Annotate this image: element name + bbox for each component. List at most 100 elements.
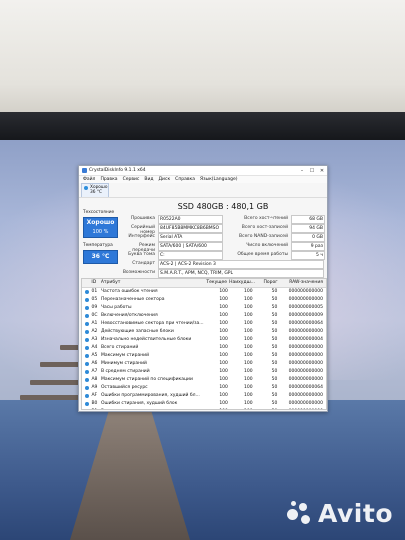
table-row[interactable]: 09 Часы работы 100 100 50 000000000005: [82, 304, 326, 312]
header-threshold[interactable]: Порог: [255, 279, 280, 287]
header-raw[interactable]: RAW-значения: [280, 279, 326, 287]
status-dot-icon: [84, 386, 89, 390]
header-current[interactable]: Текущее: [204, 279, 229, 287]
status-dot-icon: [84, 354, 89, 358]
header-attribute[interactable]: Атрибут: [101, 279, 205, 287]
cell-raw: 000000000064: [288, 321, 323, 326]
table-row[interactable]: B0 Ошибки стирания, худший блок 100 100 50 00…: [82, 400, 326, 408]
cell-current: 100: [219, 289, 228, 294]
cell-current: 100: [219, 305, 228, 310]
cell-threshold: 50: [271, 369, 278, 374]
cell-current: 100: [219, 393, 228, 398]
cell-worst: 100: [244, 377, 253, 382]
window-title: CrystalDiskInfo 9.1.1 x64: [89, 168, 146, 173]
table-row[interactable]: B1Выравнивание износа1001005000000000000…: [82, 408, 326, 409]
table-row[interactable]: A6 Минимум стираний 100 100 50 000000000000: [82, 360, 326, 368]
info-label: Число включений: [246, 243, 288, 248]
minimize-button[interactable]: –: [297, 168, 307, 174]
row-status-icon-cell: [82, 392, 91, 400]
header-id[interactable]: ID: [91, 279, 100, 287]
cell-raw: 000000000000: [288, 353, 323, 358]
table-row[interactable]: A9 Оставшийся ресурс 100 100 50 000000000064: [82, 384, 326, 392]
table-row[interactable]: A8 Максимум стираний по спецификации 100 10…: [82, 376, 326, 384]
background-wall: [0, 0, 405, 120]
menu-language[interactable]: Язык(Language): [200, 177, 238, 182]
header-worst[interactable]: Наихудш...: [229, 279, 255, 287]
row-status-icon-cell: [82, 408, 91, 409]
cell-id: A3: [91, 337, 98, 342]
cell-raw: 000000000000: [288, 377, 323, 382]
cell-attribute: Частота ошибок чтения: [100, 289, 158, 294]
cell-threshold: 50: [271, 305, 278, 310]
table-row[interactable]: A4 Всего стираний 100 100 50 000000000000: [82, 344, 326, 352]
table-row[interactable]: A5 Максимум стираний 100 100 50 000000000000: [82, 352, 326, 360]
close-button[interactable]: ✕: [317, 168, 327, 174]
temperature-label: Температура: [83, 243, 113, 248]
table-row[interactable]: 0C Включения/отключения 100 100 50 0000000000…: [82, 312, 326, 320]
menu-file[interactable]: Файл: [83, 177, 95, 182]
cell-worst: 100: [244, 329, 253, 334]
table-row[interactable]: AF Ошибки программирования, худший бл... 1…: [82, 392, 326, 400]
disk-status-dot: [84, 186, 88, 190]
health-percent: 100 %: [92, 229, 109, 235]
health-status-button[interactable]: Хорошо 100 %: [83, 217, 118, 238]
info-value: ACS-2 | ACS-2 Revision 3: [158, 260, 324, 269]
cell-threshold: 50: [271, 361, 278, 366]
menu-bar: Файл Правка Сервис Вид Диск Справка Язык…: [79, 176, 327, 183]
cell-threshold: 50: [271, 289, 278, 294]
table-row[interactable]: A7 В среднем стираний 100 100 50 000000000000: [82, 368, 326, 376]
smart-table: ID Атрибут Текущее Наихудш... Порог RAW-…: [81, 278, 327, 410]
table-row[interactable]: 05 Переназначенные сектора 100 100 50 0000000…: [82, 296, 326, 304]
divider: [79, 197, 327, 198]
cell-attribute: Ошибки программирования, худший бл...: [100, 393, 200, 398]
cell-id: A4: [91, 345, 98, 350]
menu-view[interactable]: Вид: [144, 177, 153, 182]
status-dot-icon: [84, 362, 89, 366]
cell-id: AF: [91, 393, 98, 398]
info-value: C:: [158, 251, 223, 260]
info-value: R0522A0: [158, 215, 223, 224]
cell-attribute: Изначально недействительные блоки: [100, 337, 192, 342]
cell-raw: 000000000000: [288, 329, 323, 334]
temperature-value[interactable]: 36 °C: [83, 250, 118, 264]
cell-attribute: Максимум стираний: [100, 353, 150, 358]
cell-attribute: Выравнивание износа: [101, 408, 205, 409]
cell-worst: 100: [244, 345, 253, 350]
cell-attribute: Переназначенные сектора: [100, 297, 165, 302]
table-header: ID Атрибут Текущее Наихудш... Порог RAW-…: [82, 279, 326, 288]
disk-tab[interactable]: Хорошо 36 °C C:: [81, 183, 109, 198]
table-row[interactable]: A1 Невосстановимые сектора при чтении/за.…: [82, 320, 326, 328]
cell-threshold: 50: [271, 337, 278, 342]
cell-attribute: Невосстановимые сектора при чтении/за...: [100, 321, 204, 326]
status-dot-icon: [84, 322, 89, 326]
menu-tools[interactable]: Сервис: [123, 177, 140, 182]
cell-current: 100: [219, 401, 228, 406]
row-status-icon-cell: [82, 312, 91, 320]
maximize-button[interactable]: ☐: [307, 168, 317, 174]
row-status-icon-cell: [82, 320, 91, 328]
menu-help[interactable]: Справка: [175, 177, 195, 182]
info-row: Режим передачи SATA/600 | SATA/600 Число…: [119, 242, 325, 253]
table-row[interactable]: 01 Частота ошибок чтения 100 100 50 000000000…: [82, 288, 326, 296]
table-body: 01 Частота ошибок чтения 100 100 50 000000000…: [82, 288, 326, 409]
row-status-icon-cell: [82, 368, 91, 376]
crystaldiskinfo-window: CrystalDiskInfo 9.1.1 x64 – ☐ ✕ Файл Пра…: [78, 165, 328, 412]
status-dot-icon: [84, 338, 89, 342]
cell-current: 100: [219, 345, 228, 350]
menu-edit[interactable]: Правка: [100, 177, 117, 182]
table-row[interactable]: A2 Действующие запасные блоки 100 100 50 0000…: [82, 328, 326, 336]
row-status-icon-cell: [82, 360, 91, 368]
info-row: Буква тома C: Общее время работы 5 ч: [119, 251, 325, 260]
menu-disk[interactable]: Диск: [159, 177, 171, 182]
row-status-icon-cell: [82, 344, 91, 352]
cell-current: 100: [219, 313, 228, 318]
info-value: 9 раз: [291, 242, 325, 251]
cell-threshold: 50: [271, 313, 278, 318]
health-label: Техсостояние: [83, 210, 115, 215]
title-bar[interactable]: CrystalDiskInfo 9.1.1 x64 – ☐ ✕: [79, 166, 327, 176]
info-row: Прошивка R0522A0 Всего хост-чтений 68 GB: [119, 215, 325, 224]
cell-worst: 100: [244, 361, 253, 366]
cell-id: A6: [91, 361, 98, 366]
table-row[interactable]: A3 Изначально недействительные блоки 100 10…: [82, 336, 326, 344]
monitor-bezel: [0, 112, 405, 142]
